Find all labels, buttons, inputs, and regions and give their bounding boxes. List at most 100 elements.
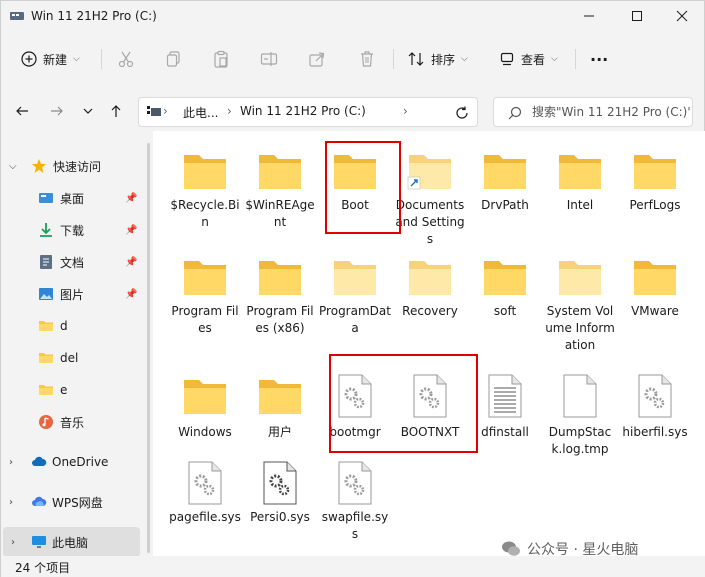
sidebar-item-onedrive[interactable]: › OneDrive: [1, 447, 151, 477]
copy-icon[interactable]: [164, 49, 184, 69]
file-item[interactable]: Program Files (x86): [244, 257, 316, 357]
chevron-right-icon[interactable]: ›: [9, 497, 13, 508]
arrow-left-icon: [16, 106, 28, 116]
sidebar-scrollbar[interactable]: [147, 143, 150, 553]
sidebar-item-del[interactable]: del: [1, 343, 151, 373]
recent-locations-button[interactable]: [79, 101, 97, 121]
back-button[interactable]: [13, 101, 31, 121]
folder-icon: [557, 151, 603, 194]
sidebar-item-this-pc[interactable]: › 此电脑: [3, 527, 140, 557]
search-box: [493, 97, 693, 127]
breadcrumb-this-pc[interactable]: 此电...: [183, 104, 218, 121]
pc-icon: [147, 106, 161, 116]
file-name: Documents and Settings: [395, 198, 465, 246]
file-name: DumpStack.log.tmp: [548, 425, 612, 456]
breadcrumb-drive[interactable]: Win 11 21H2 Pro (C:): [240, 104, 366, 118]
delete-icon[interactable]: [357, 49, 377, 69]
up-button[interactable]: [107, 101, 125, 121]
sidebar-item-e[interactable]: e: [1, 375, 151, 405]
file-item[interactable]: swapfile.sys: [319, 461, 391, 563]
file-item[interactable]: soft: [469, 257, 541, 357]
file-item[interactable]: DrvPath: [469, 151, 541, 251]
star-icon: [32, 159, 46, 173]
sort-button[interactable]: 排序 ⌵: [407, 46, 468, 72]
close-icon: [676, 10, 688, 22]
file-item[interactable]: $WinREAgent: [244, 151, 316, 251]
sidebar-item-desktop[interactable]: 桌面 📌: [1, 183, 151, 213]
watermark: 公众号 · 星火电脑: [501, 539, 638, 559]
new-label: 新建: [43, 52, 68, 67]
file-item[interactable]: Intel: [544, 151, 616, 251]
minimize-button[interactable]: [566, 1, 612, 31]
sidebar-item-label: d: [60, 319, 68, 333]
folder-icon: [482, 151, 528, 194]
rename-icon[interactable]: [259, 49, 279, 69]
sidebar-item-quick-access[interactable]: ⌵ 快速访问: [1, 151, 151, 181]
explorer-window: Win 11 21H2 Pro (C:) 新建 ⌵ 排序 ⌵ 查看 ⌵ ··· …: [0, 0, 705, 577]
file-item[interactable]: Program Files: [169, 257, 241, 357]
watermark-text: 公众号 · 星火电脑: [527, 542, 639, 558]
file-name: $WinREAgent: [245, 198, 315, 229]
maximize-icon: [632, 11, 642, 21]
arrow-right-icon: [51, 106, 63, 116]
share-icon[interactable]: [307, 49, 327, 69]
chevron-right-icon[interactable]: ›: [9, 457, 13, 468]
sidebar-item-label: 音乐: [60, 415, 85, 430]
folder-icon: [182, 376, 228, 419]
search-input[interactable]: [532, 103, 690, 121]
file-item[interactable]: dfinstall: [469, 374, 541, 476]
file-list: $Recycle.Bin $WinREAgent Boot Documents and…: [153, 131, 705, 556]
sidebar-item-d[interactable]: d: [1, 311, 151, 341]
navigation-row: › 此电... › Win 11 21H2 Pro (C:) ›: [1, 91, 705, 131]
title-bar[interactable]: Win 11 21H2 Pro (C:): [1, 1, 705, 33]
file-item[interactable]: hiberfil.sys: [619, 374, 691, 476]
view-icon: [500, 52, 514, 66]
cloud-icon: [32, 496, 47, 506]
music-icon: [39, 415, 53, 429]
file-item[interactable]: Documents and Settings: [394, 151, 466, 251]
file-name: 用户: [267, 425, 292, 439]
refresh-icon[interactable]: [455, 106, 469, 120]
file-item[interactable]: VMware: [619, 257, 691, 357]
address-bar[interactable]: › 此电... › Win 11 21H2 Pro (C:) ›: [138, 97, 478, 127]
close-button[interactable]: [659, 1, 705, 31]
file-item[interactable]: ProgramData: [319, 257, 391, 357]
file-item[interactable]: System Volume Information: [544, 257, 616, 357]
chevron-down-icon[interactable]: ⌵: [9, 161, 17, 172]
highlight-box: [325, 141, 401, 234]
file-item[interactable]: DumpStack.log.tmp: [544, 374, 616, 476]
pin-icon: 📌: [125, 256, 138, 268]
file-icon: [562, 374, 598, 421]
folder-icon: [482, 257, 528, 300]
paste-icon[interactable]: [211, 49, 231, 69]
file-name: pagefile.sys: [169, 510, 241, 524]
view-button[interactable]: 查看 ⌵: [499, 46, 558, 72]
file-item[interactable]: Persi0.sys: [244, 461, 316, 563]
sidebar-item-wps[interactable]: › WPS网盘: [1, 487, 151, 517]
maximize-button[interactable]: [614, 1, 660, 31]
drive-icon: [10, 12, 24, 20]
cut-icon[interactable]: [116, 49, 136, 69]
sidebar-item-label: 桌面: [60, 191, 85, 206]
file-name: Recovery: [402, 304, 458, 318]
file-item[interactable]: pagefile.sys: [169, 461, 241, 563]
more-button[interactable]: ···: [590, 46, 608, 72]
breadcrumb-separator: ›: [227, 104, 232, 118]
sidebar-item-downloads[interactable]: 下载 📌: [1, 215, 151, 245]
minimize-icon: [584, 15, 594, 17]
new-button[interactable]: 新建 ⌵: [15, 45, 86, 73]
file-item[interactable]: PerfLogs: [619, 151, 691, 251]
file-name: VMware: [631, 304, 679, 318]
file-name: System Volume Information: [545, 304, 615, 352]
file-name: DrvPath: [481, 198, 529, 212]
file-name: Program Files: [171, 304, 239, 335]
forward-button[interactable]: [48, 101, 66, 121]
folder-icon: [257, 151, 303, 194]
folder-shortcut-icon: [407, 151, 453, 194]
sidebar-item-pictures[interactable]: 图片 📌: [1, 279, 151, 309]
sidebar-item-documents[interactable]: 文档 📌: [1, 247, 151, 277]
sidebar-item-music[interactable]: 音乐: [1, 407, 151, 437]
chevron-right-icon[interactable]: ›: [11, 537, 15, 548]
file-item[interactable]: Recovery: [394, 257, 466, 357]
file-item[interactable]: $Recycle.Bin: [169, 151, 241, 251]
